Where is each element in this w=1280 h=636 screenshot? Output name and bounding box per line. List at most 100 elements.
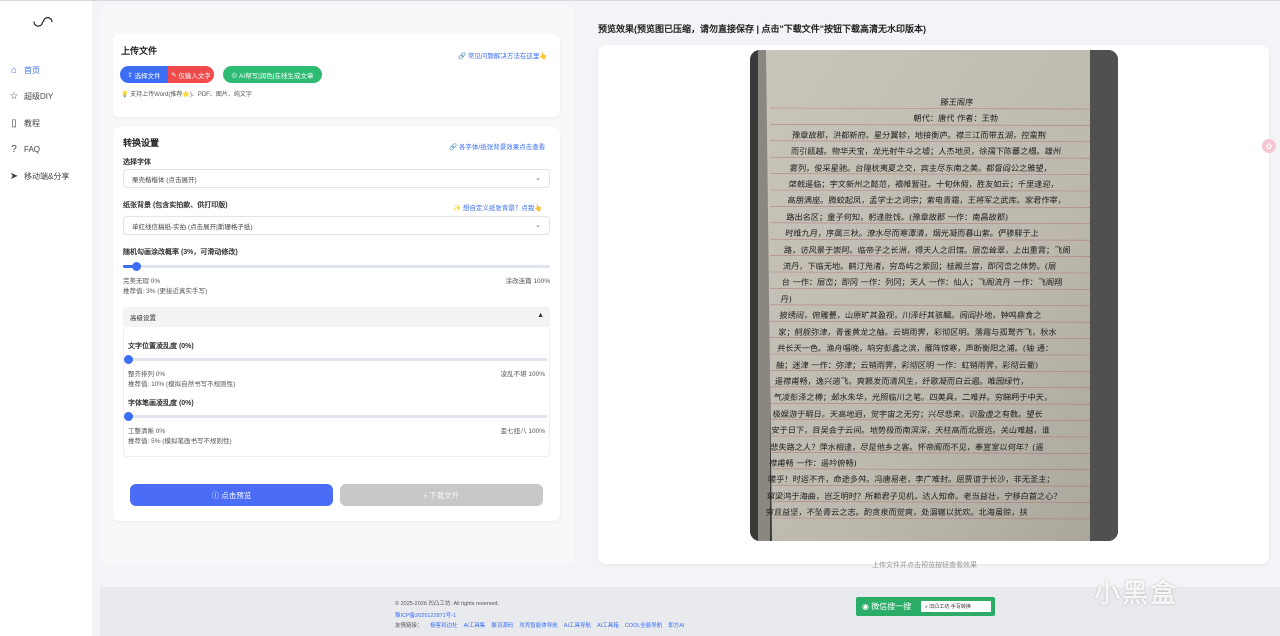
font-label: 选择字体 — [123, 159, 151, 166]
sidebar-item-label: 移动端&分享 — [24, 171, 70, 181]
slider-handle[interactable] — [131, 262, 141, 271]
stroke-min-label: 工整清晰 0% — [128, 428, 166, 435]
icp-link[interactable]: 豫ICP备2025122871号-1 — [395, 611, 456, 619]
sidebar-item-tutorial[interactable]: ▯ 教程 — [0, 110, 92, 137]
download-icon: ⤓ — [423, 490, 428, 499]
doc-line: 极娱游于暇日。天高地迥，觉宇宙之无穷；兴尽悲来，识盈虚之有数。望长 — [772, 408, 1044, 419]
doc-author: 朝代：唐代 作者：王勃 — [913, 113, 999, 124]
watermark-logo: 小黑盒 — [1094, 578, 1179, 608]
link-icon: 🔗 — [449, 144, 458, 151]
doc-line: 豫章故郡，洪都新府。星分翼轸，地接衡庐。襟三江而带五湖，控蛮荆 — [791, 129, 1047, 140]
doc-line: 台 一作：层峦；即冈 一作：列冈；天人 一作：仙人；飞阁流丹 一作：飞阁翔 — [781, 277, 1063, 288]
select-file-button[interactable]: ⇪ 选择文件 — [120, 66, 168, 83]
paper-label: 纸张背景 (包含实拍款、供打印版) — [123, 202, 228, 209]
position-jitter-label: 文字位置凌乱度 (0%) — [128, 343, 194, 350]
floating-assistant-icon[interactable]: ✿ — [1262, 139, 1276, 153]
wechat-icon: ◉ — [862, 602, 869, 611]
doc-line: 路出名区；童子何知，躬逢胜饯。(豫章故郡 一作：南昌故郡) — [785, 211, 1009, 222]
sidebar-item-home[interactable]: ⌂ 首页 — [0, 57, 92, 84]
preview-button[interactable]: ⓘ 点击预览 — [130, 484, 333, 506]
slider-handle[interactable] — [124, 412, 133, 421]
sidebar-item-label: 教程 — [24, 118, 40, 128]
doc-line: 家；舸舰弥津，青雀黄龙之舳。云销雨霁，彩彻区明。落霞与孤鹜齐飞，秋水 — [777, 326, 1058, 337]
friend-link[interactable]: AI工具箱 — [597, 623, 619, 629]
chevron-down-icon: ⌄ — [535, 175, 541, 182]
sidebar-nav: ⌂ 首页 ☆ 超级DIY ▯ 教程 ? FAQ ➤ 移动端&分享 — [0, 57, 92, 190]
doc-line: 气凌彭泽之樽；邺水朱华，光照临川之笔。四美具，二难并。穷睇眄于中天， — [773, 392, 1053, 403]
doc-line: 安于日下，目吴会于云间。地势极而南溟深，天柱高而北辰远。关山难越，谁 — [771, 425, 1051, 436]
ai-icon: ◎ — [231, 71, 238, 79]
search-icon: ⌕ — [925, 603, 928, 610]
friend-link[interactable]: 极客到边社 — [430, 623, 458, 629]
wechat-search-badge[interactable]: ◉ 微信搜一搜 ⌕ 凹凸工坊·手写转换 — [856, 597, 995, 616]
doc-title: 滕王阁序 — [940, 97, 974, 107]
custom-paper-link[interactable]: ✨ 想自定义纸张背景？点我👆 — [453, 202, 543, 212]
wechat-search-box[interactable]: ⌕ 凹凸工坊·手写转换 — [920, 600, 992, 613]
position-jitter-slider[interactable] — [124, 355, 547, 364]
ai-write-button[interactable]: ◎ AI帮写|润色|在线生成文章 — [223, 66, 322, 83]
advanced-settings-label: 高级设置 — [130, 315, 156, 322]
help-icon: ? — [11, 144, 17, 156]
font-preview-link[interactable]: 🔗 各字体/纸张背景效果点击查看 — [449, 141, 545, 151]
download-button[interactable]: ⤓ 下载文件 — [340, 484, 543, 506]
settings-column: 上传文件 🔗 常见问题解决方法在这里👆 ⇪ 选择文件 ✎ 仅输入文字 ◎ AI帮… — [100, 5, 575, 565]
upload-title: 上传文件 — [121, 46, 158, 56]
advanced-settings-panel: 文字位置凌乱度 (0%) 整齐排列 0% 凌乱不堪 100% 推荐值: 10% … — [123, 329, 550, 457]
scribble-recommend: 推荐值: 3% (更接近真实手写) — [123, 288, 208, 295]
scribble-max-label: 涂改连篇 100% — [505, 278, 550, 285]
position-recommend: 推荐值: 10% (模拟自然书写不规则性) — [128, 381, 236, 388]
position-max-label: 凌乱不堪 100% — [500, 371, 545, 378]
faq-link[interactable]: 🔗 常见问题解决方法在这里👆 — [458, 50, 548, 60]
sidebar-item-mobile-share[interactable]: ➤ 移动端&分享 — [0, 163, 92, 190]
upload-support-hint: 💡 支持上传Word(推荐🌟)、PDF、图片、纯文字 — [121, 92, 252, 98]
copyright: © 2025-2026 凹凸工坊. All rights reserved. — [395, 601, 500, 607]
friend-link[interactable]: AI工具集 — [464, 623, 486, 629]
friend-link[interactable]: 聚羽源码 — [491, 623, 513, 629]
stroke-jitter-label: 字体笔画凌乱度 (0%) — [128, 400, 194, 407]
doc-line: 共长天一色。渔舟唱晚，响穷彭蠡之滨，雁阵惊寒，声断衡阳之浦。(轴 通： — [776, 343, 1054, 354]
slider-handle[interactable] — [124, 355, 133, 364]
handwriting-preview-image: 滕王阁序 朝代：唐代 作者：王勃 豫章故郡，洪都新府。星分翼轸，地接衡庐。襟三江… — [750, 50, 1118, 541]
sidebar-item-super-diy[interactable]: ☆ 超级DIY — [0, 84, 92, 111]
sidebar: ◡◠ ⌂ 首页 ☆ 超级DIY ▯ 教程 ? FAQ ➤ 移动端&分享 — [0, 1, 92, 636]
text-input-button[interactable]: ✎ 仅输入文字 — [168, 66, 214, 83]
friend-link[interactable]: 即方AI — [668, 623, 684, 629]
font-select[interactable]: 栗壳楷楷体 (点击展开) ⌄ — [123, 169, 550, 188]
chevron-down-icon: ⌄ — [535, 222, 541, 229]
friend-link[interactable]: 攻壳智能体导航 — [519, 623, 558, 629]
doc-line: 丹) — [780, 293, 793, 304]
doc-line: 高朋满座。腾蛟起凤，孟学士之词宗；紫电青霜，王将军之武库。家君作宰， — [787, 195, 1067, 206]
doc-line: 流丹，下临无地。鹤汀凫渚，穷岛屿之萦回；桂殿兰宫，即冈峦之体势。(层 — [782, 261, 1057, 272]
app-logo[interactable]: ◡◠ — [33, 14, 53, 28]
bulb-icon: 💡 — [121, 92, 129, 98]
doc-line: 悲失路之人？萍水相逢，尽是他乡之客。怀帝阍而不见，奉宣室以何年？(遥 — [769, 441, 1045, 452]
advanced-settings-toggle[interactable]: 高级设置 ▲ — [123, 307, 550, 327]
friend-links-label: 友情链接： — [395, 623, 423, 629]
friend-link[interactable]: COOL全能导航 — [625, 623, 663, 629]
doc-line: 雾列，俊采星驰。台隍枕夷夏之交，宾主尽东南之美。都督阎公之雅望， — [789, 162, 1053, 173]
wechat-label: 微信搜一搜 — [871, 602, 912, 611]
stroke-jitter-slider[interactable] — [124, 412, 547, 421]
upload-icon: ⇪ — [127, 71, 133, 79]
info-icon: ⓘ — [211, 490, 220, 500]
link-icon: 🔗 — [458, 53, 467, 60]
scribble-min-label: 完美无瑕 0% — [123, 278, 161, 285]
star-icon: ☆ — [9, 91, 19, 103]
stroke-max-label: 歪七扭八 100% — [500, 428, 545, 435]
preview-empty-hint: 上传文件并点击预览按钮查看效果 — [872, 562, 977, 569]
friend-link[interactable]: AI工具导航 — [564, 623, 591, 629]
stroke-recommend: 推荐值: 5% (模拟笔画书写不规则性) — [128, 438, 232, 445]
scribble-slider[interactable] — [123, 262, 550, 271]
position-min-label: 整齐排列 0% — [128, 371, 166, 378]
sidebar-item-label: 超级DIY — [24, 92, 54, 102]
sidebar-item-label: FAQ — [24, 145, 41, 155]
home-icon: ⌂ — [10, 64, 18, 76]
paper-select[interactable]: 单红线信稿纸-实拍 (点击展开|斯珊格子纸) ⌄ — [123, 216, 550, 235]
doc-line: 棨戟遥临；宇文新州之懿范，襜帷暂驻。十旬休假，胜友如云；千里逢迎， — [788, 179, 1060, 190]
sidebar-item-label: 首页 — [24, 65, 40, 75]
friend-links: 友情链接： 极客到边社 AI工具集 聚羽源码 攻壳智能体导航 AI工具导航 AI工具箱 CO… — [395, 621, 685, 629]
doc-line: 窜梁鸿于海曲，岂乏明时？所赖君子见机，达人知命。老当益壮，宁移白首之心？ — [766, 490, 1062, 501]
sidebar-item-faq[interactable]: ? FAQ — [0, 137, 92, 164]
convert-title: 转换设置 — [123, 138, 160, 148]
font-select-value: 栗壳楷楷体 (点击展开) — [132, 176, 197, 184]
